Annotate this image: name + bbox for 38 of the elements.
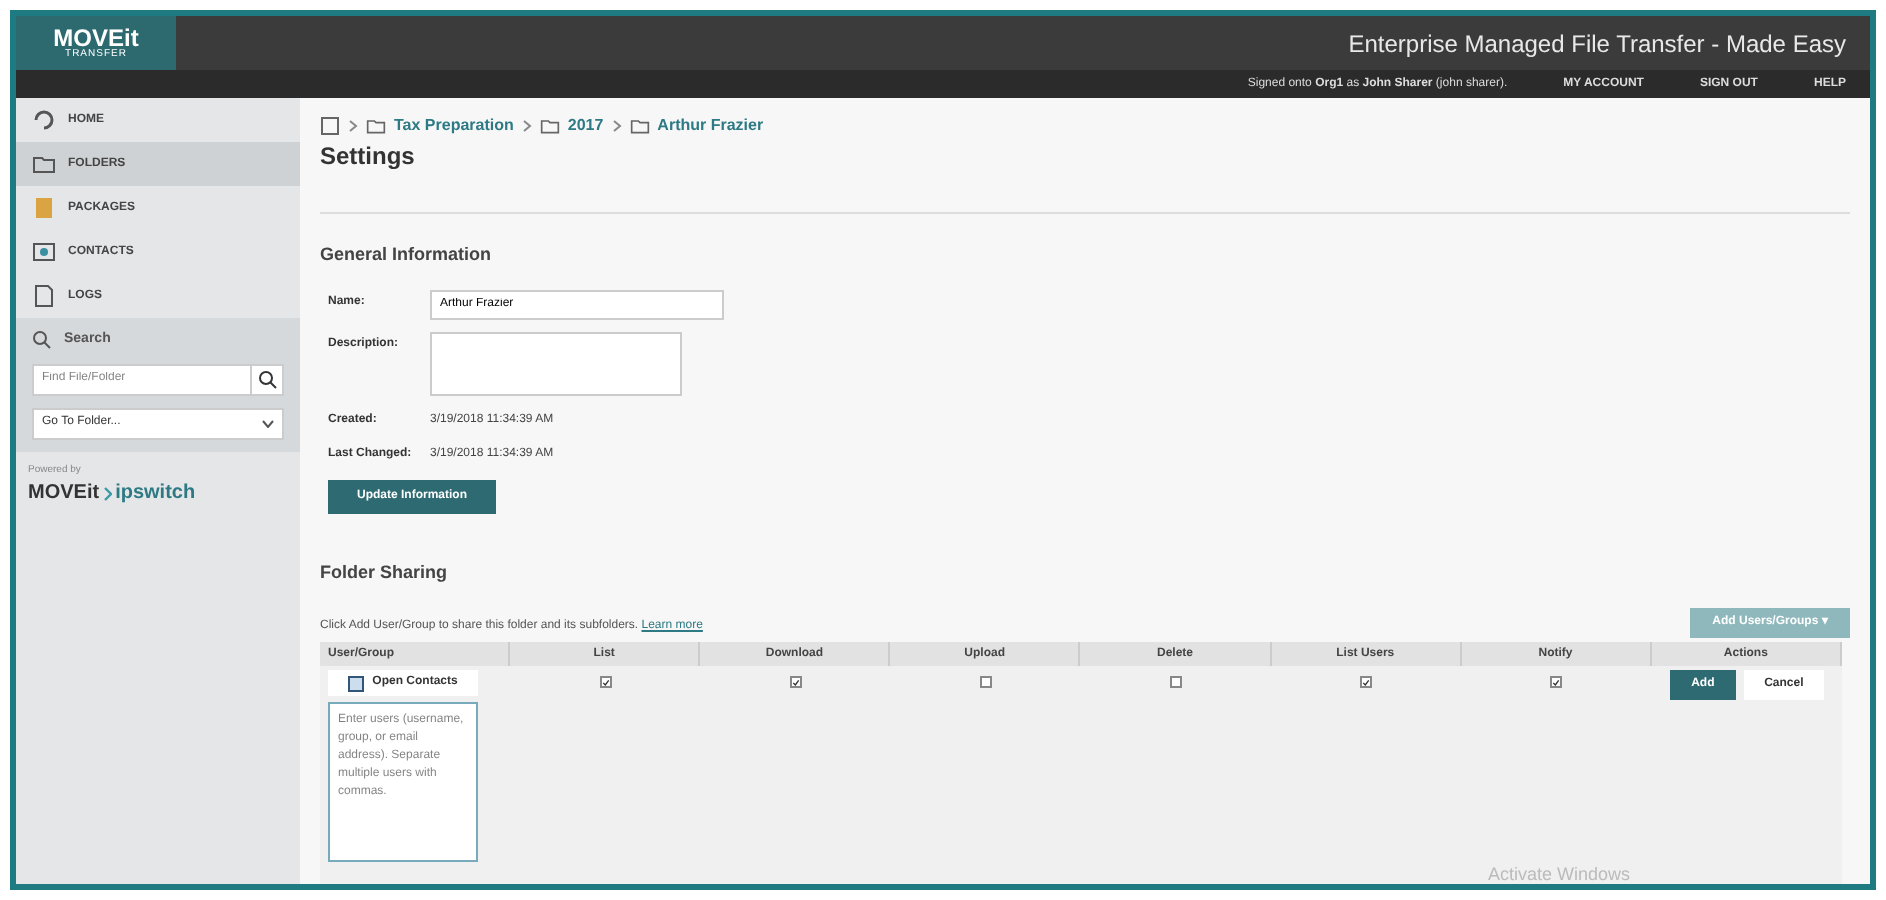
- folder-icon: [539, 116, 560, 136]
- folder-icon: [629, 116, 650, 136]
- package-icon: [32, 196, 56, 220]
- chevron-right-icon: [521, 120, 532, 132]
- chevron-right-icon: [103, 485, 112, 501]
- chevron-right-icon: [611, 120, 622, 132]
- permission-checkbox[interactable]: [1360, 676, 1373, 688]
- folder-icon: [366, 116, 386, 136]
- chevron-down-icon: [262, 419, 274, 427]
- checkmark-icon: [1362, 677, 1371, 687]
- search-icon: [257, 369, 277, 389]
- home-icon: [32, 108, 56, 132]
- contact-card-icon: [32, 240, 56, 264]
- breadcrumb-link[interactable]: Arthur Frazier: [657, 114, 764, 138]
- checkmark-icon: [601, 677, 610, 687]
- permission-checkbox[interactable]: [599, 676, 612, 688]
- brand-name: MOVEit: [28, 480, 100, 508]
- breadcrumb-link[interactable]: Tax Preparation: [394, 114, 514, 138]
- permission-checkbox[interactable]: [979, 676, 992, 688]
- section-heading: General Information: [320, 242, 494, 268]
- contact-card-icon: [348, 675, 365, 691]
- logo-name: MOVEit: [53, 26, 139, 50]
- description-field[interactable]: [430, 331, 682, 395]
- checkmark-icon: [1552, 677, 1561, 687]
- search-icon: [32, 330, 52, 351]
- page-title: Settings: [320, 140, 417, 174]
- brand-name: ipswitch: [115, 480, 196, 508]
- tagline: Enterprise Managed File Transfer - Made Easy: [1348, 27, 1846, 61]
- permission-checkbox[interactable]: [1550, 676, 1563, 688]
- document-icon: [32, 284, 56, 308]
- breadcrumb-link[interactable]: 2017: [567, 114, 604, 138]
- search-button[interactable]: [252, 363, 284, 395]
- permission-checkbox[interactable]: [789, 676, 802, 688]
- section-heading: Folder Sharing: [320, 559, 450, 586]
- checkmark-icon: [791, 677, 800, 687]
- folder-icon: [32, 152, 56, 176]
- chevron-right-icon: [348, 120, 358, 132]
- permission-checkbox[interactable]: [1169, 676, 1182, 688]
